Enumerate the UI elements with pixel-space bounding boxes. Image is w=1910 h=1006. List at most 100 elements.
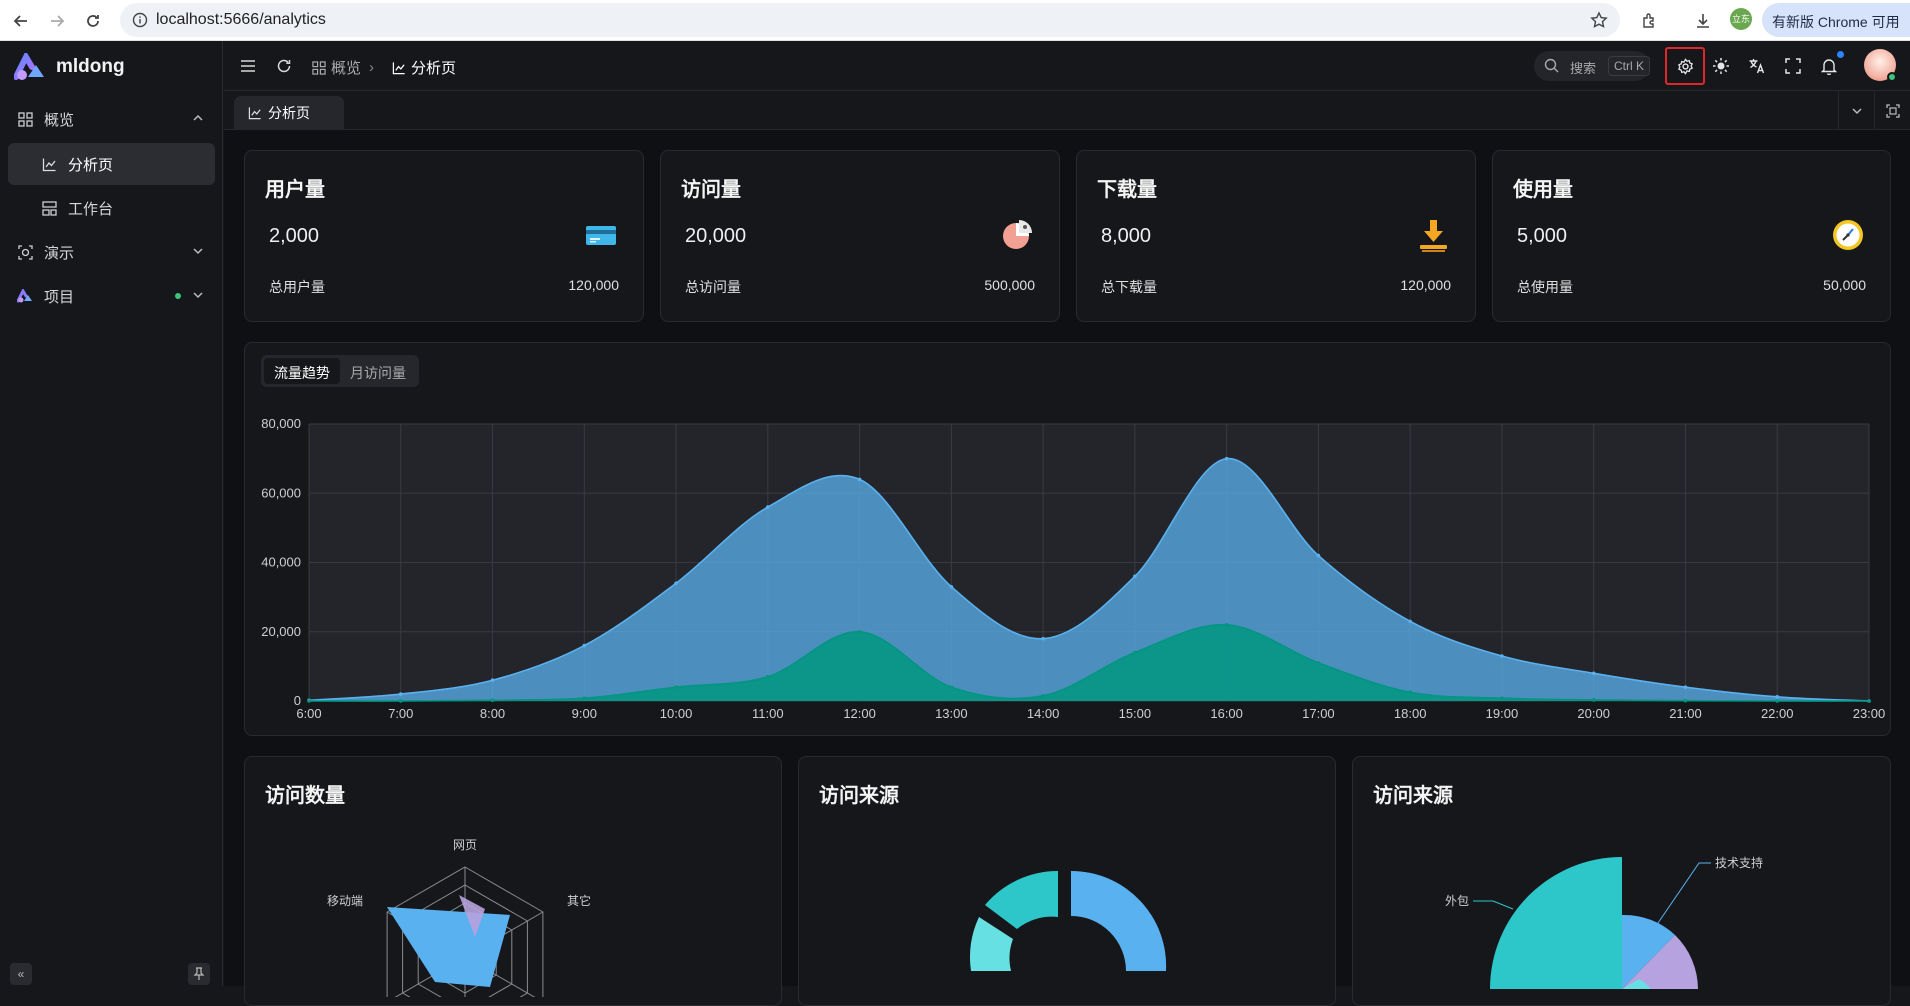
stat-value: 8,000: [1101, 225, 1152, 247]
search-placeholder: 搜索: [1570, 61, 1597, 76]
series-point-1: [857, 629, 862, 634]
breadcrumb-item-analytics: 分析页: [411, 60, 457, 77]
theme-sun-icon[interactable]: [1709, 54, 1733, 78]
download-icon[interactable]: [1690, 8, 1716, 34]
card-icon: [583, 217, 619, 253]
extensions-icon[interactable]: [1636, 8, 1662, 34]
x-tick-label: 14:00: [1027, 706, 1060, 721]
app-name: mldong: [56, 56, 125, 77]
sidebar-item-label: 工作台: [68, 200, 114, 218]
main-content: 用户量 2,000 总用户量 120,000 访问量 20,000 总访问量 5…: [224, 130, 1910, 1006]
tabs-dropdown-icon[interactable]: [1838, 91, 1874, 130]
stat-value: 5,000: [1517, 225, 1568, 247]
address-bar[interactable]: localhost:5666/analytics: [120, 3, 1620, 37]
sidebar-item-workspace[interactable]: 工作台: [8, 187, 215, 229]
series-point-0: [1775, 695, 1780, 699]
traffic-trend-card: 流量趋势 月访问量 0 20,000 40,000 60,000 80,000 6:00 7…: [244, 342, 1891, 736]
stat-card-users: 用户量 2,000 总用户量 120,000: [244, 150, 644, 322]
online-status-dot: [1887, 72, 1897, 82]
download-icon: [1415, 217, 1451, 253]
translate-icon[interactable]: [1745, 54, 1769, 78]
pie-icon: [999, 217, 1035, 253]
series-point-1: [398, 699, 403, 703]
search-button[interactable]: 搜索 Ctrl K: [1534, 51, 1650, 81]
stat-foot-label: 总用户量: [269, 279, 325, 295]
logo-icon: [14, 53, 44, 80]
series-point-1: [674, 685, 678, 689]
pie-label-outsource: 外包: [1445, 894, 1469, 908]
sidebar-item-project[interactable]: 项目: [8, 275, 215, 317]
menu-toggle-icon[interactable]: [236, 54, 260, 78]
sidebar-item-label: 分析页: [68, 156, 114, 174]
series-point-0: [1408, 619, 1412, 624]
tab-bar: 分析页: [224, 91, 1910, 130]
x-tick-label: 6:00: [296, 706, 321, 721]
stat-foot-value: 50,000: [1823, 277, 1866, 293]
x-tick-label: 9:00: [572, 706, 597, 721]
series-point-0: [1500, 654, 1504, 658]
stat-value: 2,000: [269, 225, 320, 247]
series-point-1: [1500, 696, 1504, 701]
refresh-icon[interactable]: [272, 54, 296, 78]
sidebar-item-label: 演示: [44, 244, 75, 262]
series-point-0: [949, 584, 954, 589]
y-tick-label: 40,000: [261, 555, 301, 570]
x-tick-label: 18:00: [1394, 706, 1427, 721]
traffic-trend-chart: 020,00040,00060,00080,0006:00 7:00 8:00 9:0…: [261, 416, 1885, 721]
profile-badge[interactable]: 立东: [1730, 8, 1752, 30]
stat-title: 下载量: [1097, 179, 1157, 201]
bell-icon[interactable]: [1817, 54, 1841, 78]
reload-icon[interactable]: [80, 8, 106, 34]
sidebar-item-analytics[interactable]: 分析页: [8, 143, 215, 185]
chrome-update-button[interactable]: 有新版 Chrome 可用 ⋮: [1762, 3, 1910, 37]
radar-indicator-label: 网页: [453, 838, 477, 852]
pin-icon[interactable]: [188, 963, 210, 985]
stat-title: 访问量: [681, 179, 741, 201]
tab-analytics[interactable]: 分析页: [234, 96, 344, 130]
collapse-sidebar-icon[interactable]: «: [10, 963, 32, 985]
x-tick-label: 8:00: [480, 706, 505, 721]
clock-icon: [1830, 217, 1866, 253]
series-point-1: [490, 698, 495, 703]
breadcrumb-item-overview[interactable]: 概览: [331, 57, 361, 78]
y-tick-label: 20,000: [261, 624, 301, 639]
series-point-1: [582, 696, 587, 701]
site-info-icon[interactable]: [132, 12, 148, 28]
series-point-1: [1591, 698, 1596, 702]
dashboard-icon: [16, 110, 34, 128]
series-point-1: [1775, 699, 1780, 703]
series-point-1: [1224, 623, 1229, 627]
radar-area-blue: [387, 907, 510, 987]
fullscreen-icon[interactable]: [1781, 54, 1805, 78]
app-logo[interactable]: mldong: [14, 53, 125, 81]
chevron-down-icon: [191, 288, 205, 302]
notification-dot: [1837, 51, 1844, 58]
x-tick-label: 13:00: [935, 706, 968, 721]
gear-icon[interactable]: [1673, 54, 1697, 78]
x-tick-label: 20:00: [1577, 706, 1610, 721]
visit-source-pie-card: 访问来源 外包 技术支持: [1352, 756, 1891, 1006]
series-point-0: [398, 692, 403, 696]
x-tick-label: 7:00: [388, 706, 413, 721]
x-tick-label: 11:00: [752, 706, 784, 721]
dashboard-icon: [312, 60, 326, 75]
back-arrow-icon[interactable]: [8, 8, 34, 34]
sidebar-item-overview[interactable]: 概览: [8, 98, 215, 140]
search-icon: [1544, 58, 1559, 73]
x-tick-label: 16:00: [1210, 706, 1243, 721]
forward-arrow-icon[interactable]: [44, 8, 70, 34]
series-point-1: [1683, 698, 1688, 703]
maximize-content-icon[interactable]: [1874, 91, 1910, 130]
x-tick-label: 19:00: [1486, 706, 1519, 721]
stat-title: 使用量: [1513, 179, 1573, 201]
x-tick-label: 10:00: [660, 706, 693, 721]
stat-value: 20,000: [685, 225, 747, 247]
chrome-update-label: 有新版 Chrome 可用: [1772, 14, 1900, 30]
chevron-up-icon: [191, 111, 205, 125]
stat-foot-label: 总使用量: [1517, 279, 1573, 295]
sidebar-item-demo[interactable]: 演示: [8, 231, 215, 273]
bookmark-star-icon[interactable]: [1590, 11, 1608, 29]
demo-icon: [16, 243, 34, 261]
user-avatar[interactable]: [1864, 49, 1897, 82]
chart-icon: [248, 106, 262, 120]
